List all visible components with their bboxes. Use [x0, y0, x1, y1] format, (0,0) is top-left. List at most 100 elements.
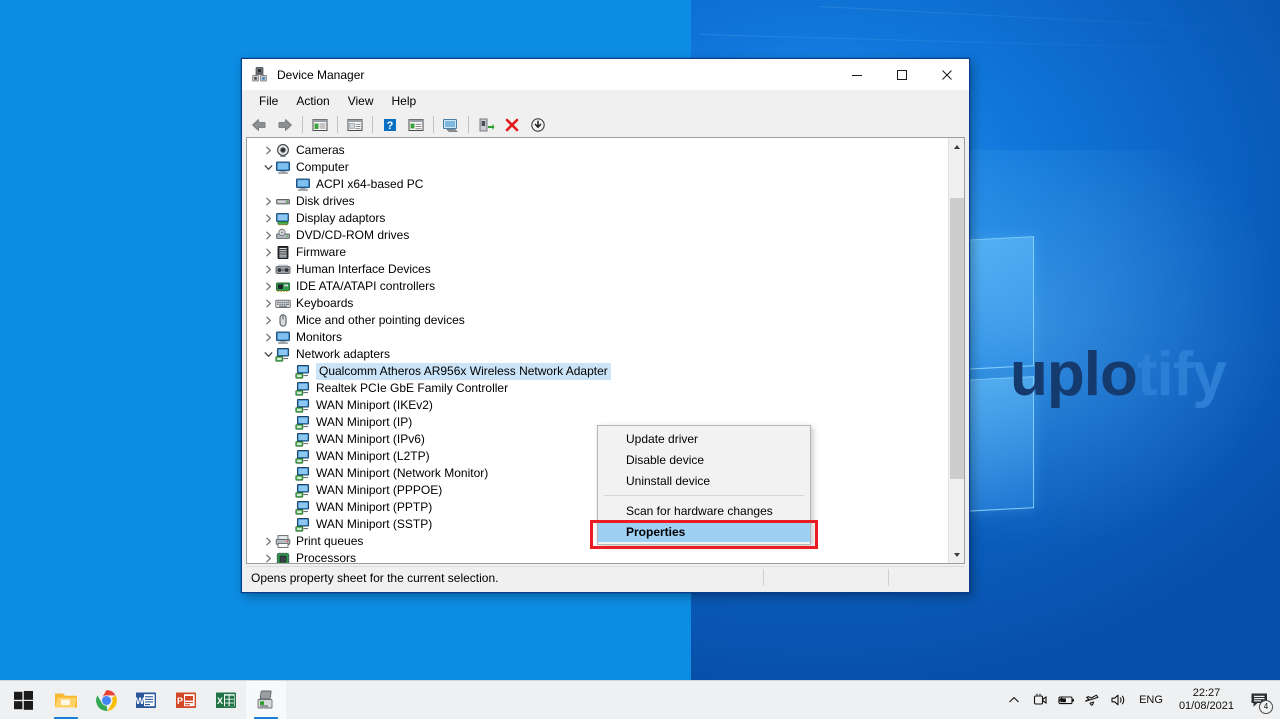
network-adapter-icon — [295, 381, 313, 397]
ide-controller-icon — [275, 279, 293, 295]
chevron-right-icon[interactable] — [261, 299, 275, 308]
chevron-right-icon[interactable] — [261, 265, 275, 274]
minimize-button[interactable] — [834, 59, 879, 90]
uninstall-device-button[interactable] — [500, 114, 524, 136]
context-menu-item-update-driver[interactable]: Update driver — [598, 428, 810, 449]
file-explorer-button[interactable] — [46, 681, 86, 719]
menu-help[interactable]: Help — [383, 92, 426, 110]
scan-hardware-button[interactable] — [439, 114, 463, 136]
chevron-right-icon[interactable] — [261, 146, 275, 155]
disable-device-button[interactable] — [526, 114, 550, 136]
scrollbar-thumb[interactable] — [950, 198, 964, 479]
language-indicator[interactable]: ENG — [1131, 694, 1171, 706]
context-menu[interactable]: Update driver Disable device Uninstall dev… — [597, 425, 811, 545]
volume-icon[interactable] — [1105, 681, 1131, 719]
window-title: Device Manager — [277, 67, 365, 82]
tree-node[interactable]: Keyboards — [247, 295, 948, 312]
maximize-button[interactable] — [879, 59, 924, 90]
help-button[interactable]: ? — [378, 114, 402, 136]
chevron-right-icon[interactable] — [261, 333, 275, 342]
tree-node-label: Monitors — [296, 330, 343, 344]
chevron-down-icon[interactable] — [261, 163, 275, 172]
chevron-right-icon[interactable] — [261, 554, 275, 563]
toolbar-separator — [468, 116, 469, 133]
tree-node-label: Disk drives — [296, 194, 355, 208]
tree-node[interactable]: Mice and other pointing devices — [247, 312, 948, 329]
context-menu-item-disable-device[interactable]: Disable device — [598, 449, 810, 470]
tree-vertical-scrollbar[interactable] — [948, 138, 964, 563]
close-button[interactable] — [924, 59, 969, 90]
tree-node[interactable]: Realtek PCIe GbE Family Controller — [247, 380, 948, 397]
tree-node[interactable]: Display adaptors — [247, 210, 948, 227]
start-button[interactable] — [0, 681, 46, 719]
system-tray: ENG 22:27 01/08/2021 4 — [1001, 681, 1280, 719]
chevron-right-icon[interactable] — [261, 248, 275, 257]
tree-node[interactable]: Computer — [247, 159, 948, 176]
context-menu-item-properties[interactable]: Properties — [598, 521, 810, 542]
chrome-button[interactable] — [86, 681, 126, 719]
toolbar-separator — [433, 116, 434, 133]
clock-date: 01/08/2021 — [1178, 700, 1234, 712]
toolbar-separator — [337, 116, 338, 133]
properties-pane-button[interactable] — [308, 114, 332, 136]
taskbar: W P X ENG 22:27 01/08/2021 4 — [0, 680, 1280, 719]
chevron-right-icon[interactable] — [261, 282, 275, 291]
excel-button[interactable]: X — [206, 681, 246, 719]
context-menu-item-scan-for-hardware-changes[interactable]: Scan for hardware changes — [598, 500, 810, 521]
tree-node-label: Display adaptors — [296, 211, 386, 225]
display-adapter-icon — [275, 211, 293, 227]
tree-node[interactable]: Monitors — [247, 329, 948, 346]
tree-node[interactable]: Processors — [247, 550, 948, 564]
powerpoint-button[interactable]: P — [166, 681, 206, 719]
device-manager-icon — [251, 66, 268, 83]
tree-node-label: Human Interface Devices — [296, 262, 431, 276]
chevron-up-icon[interactable] — [1001, 681, 1027, 719]
tree-node[interactable]: ACPI x64-based PC — [247, 176, 948, 193]
battery-icon[interactable] — [1053, 681, 1079, 719]
chevron-down-icon[interactable] — [261, 350, 275, 359]
chevron-right-icon[interactable] — [261, 197, 275, 206]
context-menu-item-uninstall-device[interactable]: Uninstall device — [598, 470, 810, 491]
chevron-right-icon[interactable] — [261, 537, 275, 546]
notification-badge: 4 — [1259, 699, 1273, 714]
tree-node[interactable]: Qualcomm Atheros AR956x Wireless Network… — [247, 363, 948, 380]
airplane-mode-icon[interactable] — [1079, 681, 1105, 719]
back-button[interactable] — [247, 114, 271, 136]
properties-button[interactable] — [404, 114, 428, 136]
menu-view[interactable]: View — [339, 92, 383, 110]
show-details-button[interactable] — [343, 114, 367, 136]
update-driver-button[interactable] — [474, 114, 498, 136]
tree-node-label: Cameras — [296, 143, 345, 157]
menu-file[interactable]: File — [250, 92, 287, 110]
notification-center-button[interactable]: 4 — [1242, 681, 1276, 719]
tree-node-label: DVD/CD-ROM drives — [296, 228, 410, 242]
tree-node[interactable]: IDE ATA/ATAPI controllers — [247, 278, 948, 295]
tree-node[interactable]: DVD/CD-ROM drives — [247, 227, 948, 244]
chevron-right-icon[interactable] — [261, 316, 275, 325]
menu-action[interactable]: Action — [287, 92, 338, 110]
watermark-text-light: tify — [1136, 340, 1227, 409]
tree-node-label: Processors — [296, 551, 357, 564]
tree-node[interactable]: Network adapters — [247, 346, 948, 363]
tree-node[interactable]: Human Interface Devices — [247, 261, 948, 278]
tree-node[interactable]: Firmware — [247, 244, 948, 261]
monitor-icon — [275, 160, 293, 176]
chevron-right-icon[interactable] — [261, 214, 275, 223]
window-titlebar[interactable]: Device Manager — [242, 59, 969, 90]
scroll-down-button[interactable] — [948, 546, 964, 563]
keyboard-icon — [275, 296, 293, 312]
tree-node[interactable]: WAN Miniport (IKEv2) — [247, 397, 948, 414]
svg-text:?: ? — [387, 120, 394, 132]
toolbar: ? — [242, 112, 969, 137]
device-manager-button[interactable] — [246, 680, 286, 719]
tree-node[interactable]: Disk drives — [247, 193, 948, 210]
screen-capture-icon[interactable] — [1027, 681, 1053, 719]
forward-button[interactable] — [273, 114, 297, 136]
tree-node-label: WAN Miniport (IPv6) — [316, 432, 425, 446]
clock[interactable]: 22:27 01/08/2021 — [1171, 687, 1242, 713]
word-button[interactable]: W — [126, 681, 166, 719]
tree-node-label: WAN Miniport (Network Monitor) — [316, 466, 489, 480]
chevron-right-icon[interactable] — [261, 231, 275, 240]
tree-node[interactable]: Cameras — [247, 142, 948, 159]
scroll-up-button[interactable] — [948, 138, 964, 155]
